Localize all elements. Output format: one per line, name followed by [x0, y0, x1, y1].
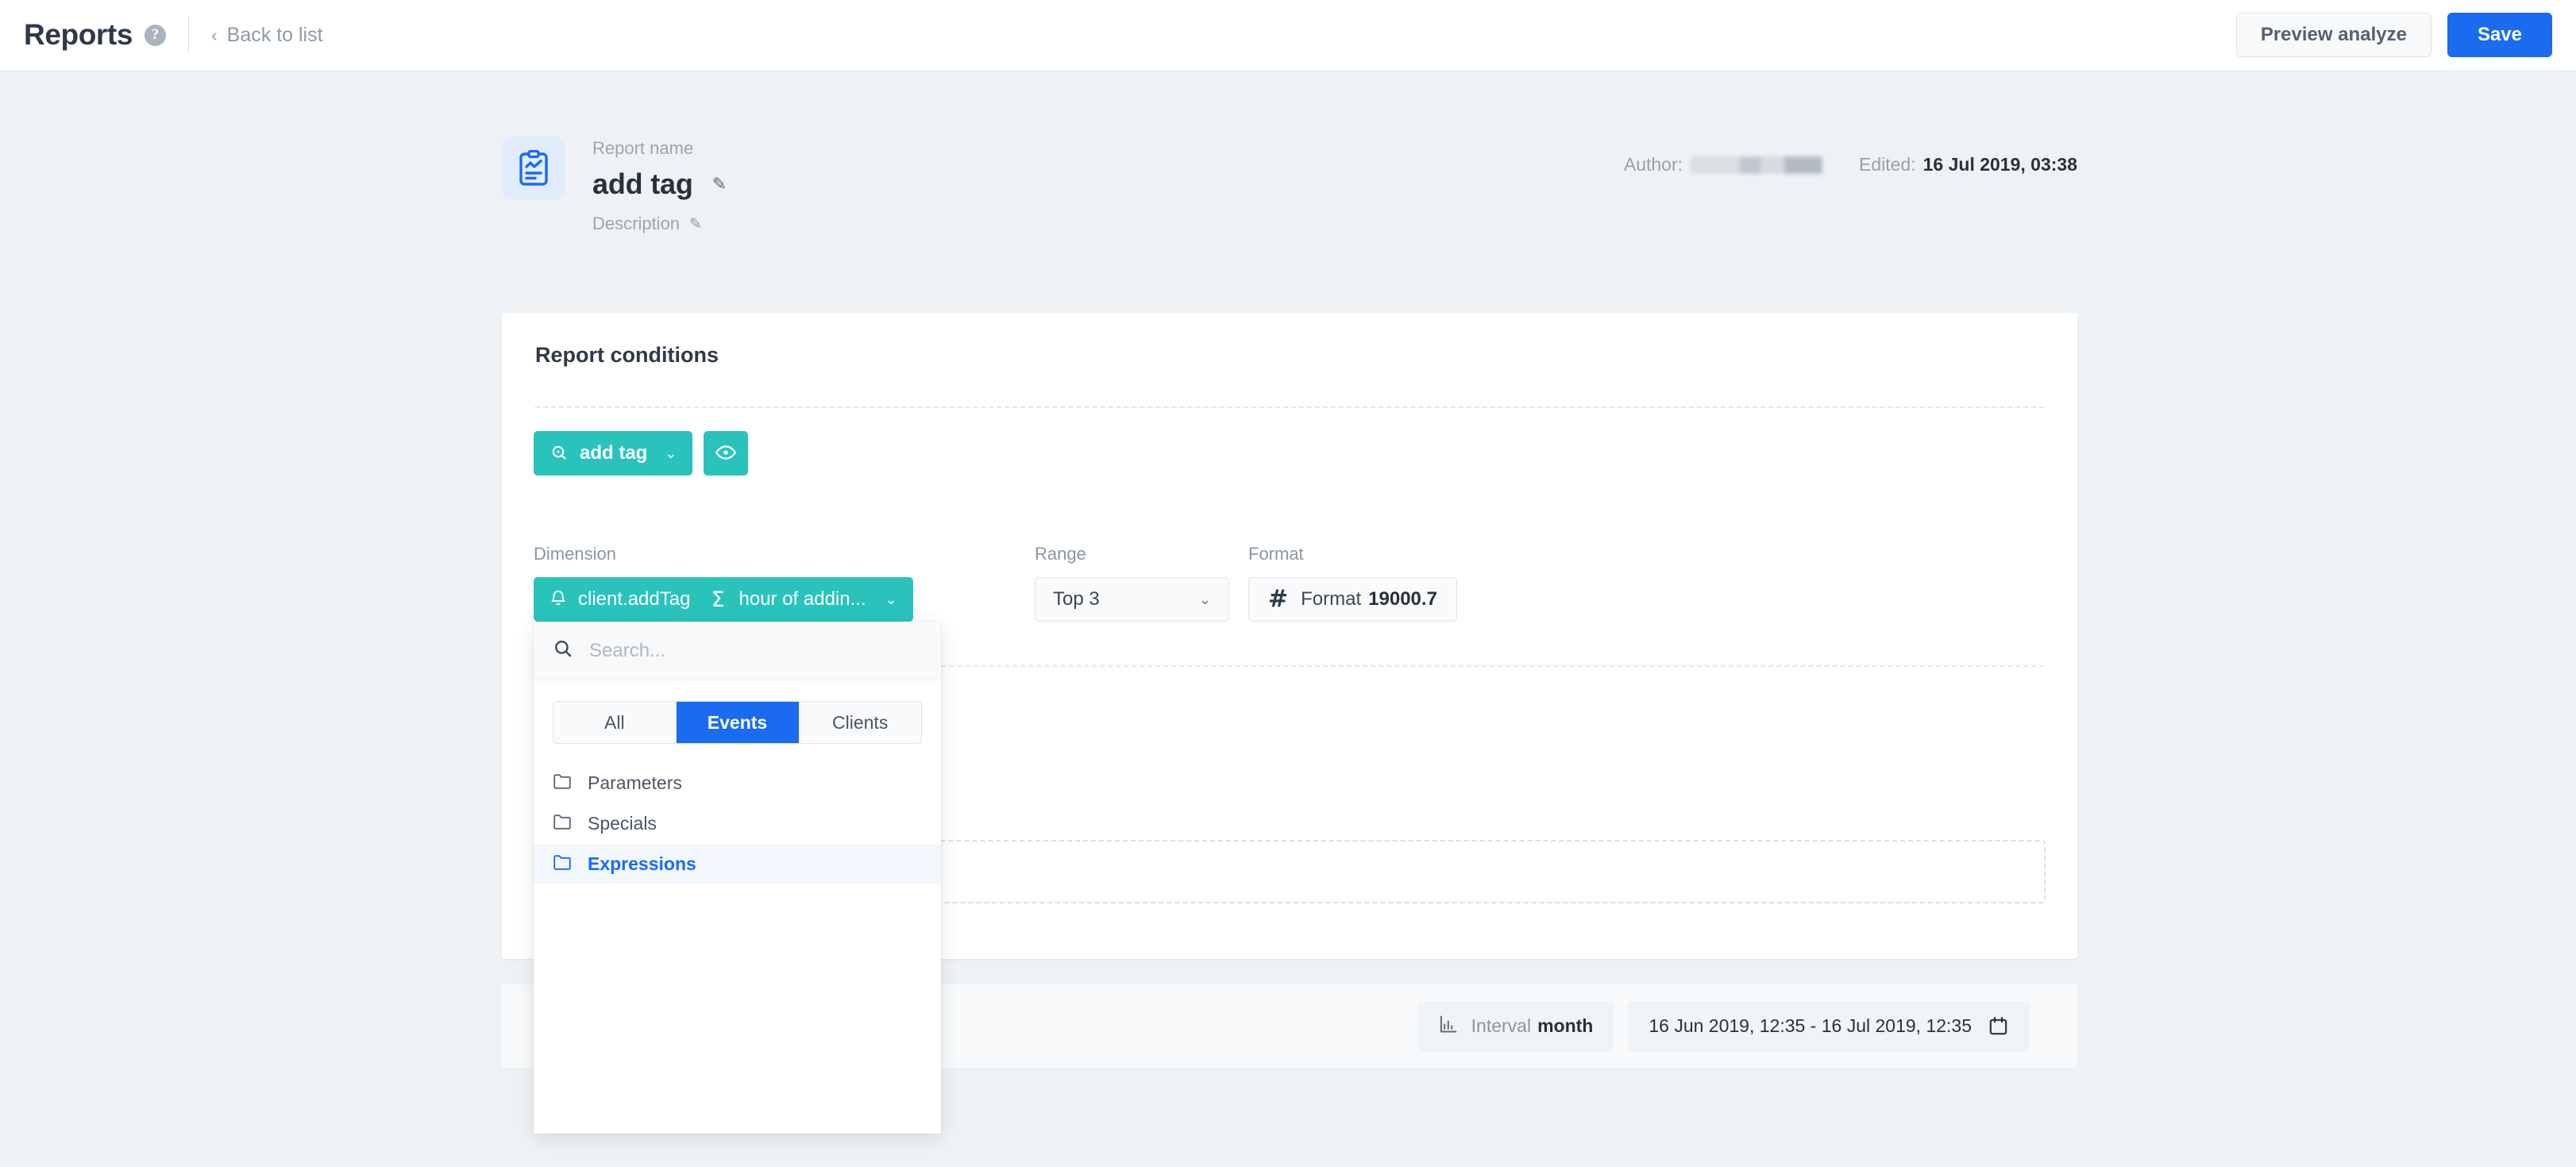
search-icon — [553, 638, 573, 663]
date-range-chip[interactable]: 16 Jun 2019, 12:35 - 16 Jul 2019, 12:35 — [1628, 1000, 2030, 1052]
format-label: Format — [1248, 544, 1304, 564]
list-item-label: Parameters — [588, 772, 682, 793]
dimension-dropdown-panel: All Events Clients Parameters Specials — [534, 622, 941, 1134]
question-mark-icon[interactable]: ? — [145, 24, 166, 46]
list-item-expressions[interactable]: Expressions — [534, 844, 941, 884]
tab-all[interactable]: All — [553, 702, 677, 743]
dimension-chip[interactable]: client.addTag Σ hour of addin... ⌄ — [534, 577, 913, 622]
preview-analyze-button[interactable]: Preview analyze — [2235, 13, 2431, 57]
bar-chart-icon — [1438, 1014, 1459, 1038]
edit-description-pencil-icon[interactable]: ✎ — [689, 215, 702, 233]
dropdown-search-bar — [534, 622, 941, 680]
report-audit-info: Author: Edited: 16 Jul 2019, 03:38 — [1624, 137, 2077, 175]
bell-icon — [550, 588, 567, 611]
report-name-value: add tag — [592, 168, 693, 201]
edit-name-pencil-icon[interactable]: ✎ — [712, 175, 727, 193]
back-to-list-label: Back to list — [226, 23, 323, 46]
dimension-label: Dimension — [534, 544, 616, 564]
date-range-value: 16 Jun 2019, 12:35 - 16 Jul 2019, 12:35 — [1649, 1015, 1972, 1036]
tab-events[interactable]: Events — [676, 702, 800, 743]
report-description-label: Description — [592, 214, 681, 234]
interval-chip[interactable]: Interval month — [1417, 1000, 1614, 1052]
divider — [188, 16, 189, 54]
chevron-down-icon: ⌄ — [1198, 591, 1211, 607]
top-bar-left-group: Reports ? ‹ Back to list — [0, 0, 323, 70]
author-label: Author: — [1623, 154, 1683, 175]
chevron-left-icon: ‹ — [211, 24, 218, 45]
range-value: Top 3 — [1053, 588, 1100, 610]
chevron-down-icon: ⌄ — [885, 591, 897, 607]
report-clipboard-chart-icon — [502, 137, 565, 200]
report-conditions-title: Report conditions — [535, 343, 719, 367]
eye-icon — [715, 441, 737, 466]
report-header: Report name add tag ✎ Description ✎ Auth… — [502, 137, 2077, 234]
list-item-parameters[interactable]: Parameters — [534, 763, 941, 803]
sigma-icon: Σ — [711, 587, 725, 612]
author-value-redacted — [1691, 156, 1823, 174]
chevron-down-icon: ⌄ — [665, 445, 677, 461]
back-to-list-link[interactable]: ‹ Back to list — [211, 24, 323, 47]
report-meta: Report name add tag ✎ Description ✎ — [592, 137, 727, 234]
folder-icon — [553, 772, 572, 794]
top-bar: Reports ? ‹ Back to list Preview analyze… — [0, 0, 2576, 70]
edited-label: Edited: — [1859, 154, 1916, 175]
dimension-value: client.addTag — [578, 588, 691, 610]
report-name-row: add tag ✎ — [592, 168, 727, 201]
preview-eye-button[interactable] — [704, 431, 749, 476]
dropdown-tab-group: All Events Clients — [553, 701, 922, 744]
dropdown-folder-list: Parameters Specials Expressions — [534, 763, 941, 1134]
add-tag-button[interactable]: add tag ⌄ — [534, 431, 693, 476]
top-bar-actions: Preview analyze Save — [2235, 13, 2576, 57]
list-item-label: Specials — [588, 813, 657, 834]
tag-search-icon — [550, 444, 569, 463]
hash-icon: # — [1268, 585, 1289, 613]
edited-value: 16 Jul 2019, 03:38 — [1922, 154, 2077, 175]
folder-icon — [553, 813, 572, 834]
add-tag-label: add tag — [580, 442, 648, 464]
search-input[interactable] — [589, 639, 891, 662]
save-button[interactable]: Save — [2447, 13, 2552, 57]
tab-clients[interactable]: Clients — [799, 702, 921, 743]
calendar-icon — [1988, 1015, 2009, 1037]
report-description-row[interactable]: Description ✎ — [592, 214, 727, 234]
range-label: Range — [1035, 544, 1086, 564]
section-divider-top — [535, 406, 2044, 408]
tag-button-row: add tag ⌄ — [534, 431, 749, 476]
report-name-label: Report name — [592, 138, 694, 158]
folder-icon — [553, 853, 572, 875]
interval-label: Interval — [1471, 1015, 1532, 1036]
format-value: 19000.7 — [1368, 588, 1437, 610]
format-button[interactable]: # Format 19000.7 — [1248, 577, 1457, 622]
dimension-sub-value: hour of addin... — [738, 588, 866, 610]
format-label-text: Format — [1301, 588, 1362, 610]
page-title: Reports — [24, 18, 133, 51]
list-item-specials[interactable]: Specials — [534, 803, 941, 844]
list-item-label: Expressions — [588, 853, 696, 874]
interval-value: month — [1537, 1015, 1594, 1036]
range-select[interactable]: Top 3 ⌄ — [1035, 577, 1229, 622]
